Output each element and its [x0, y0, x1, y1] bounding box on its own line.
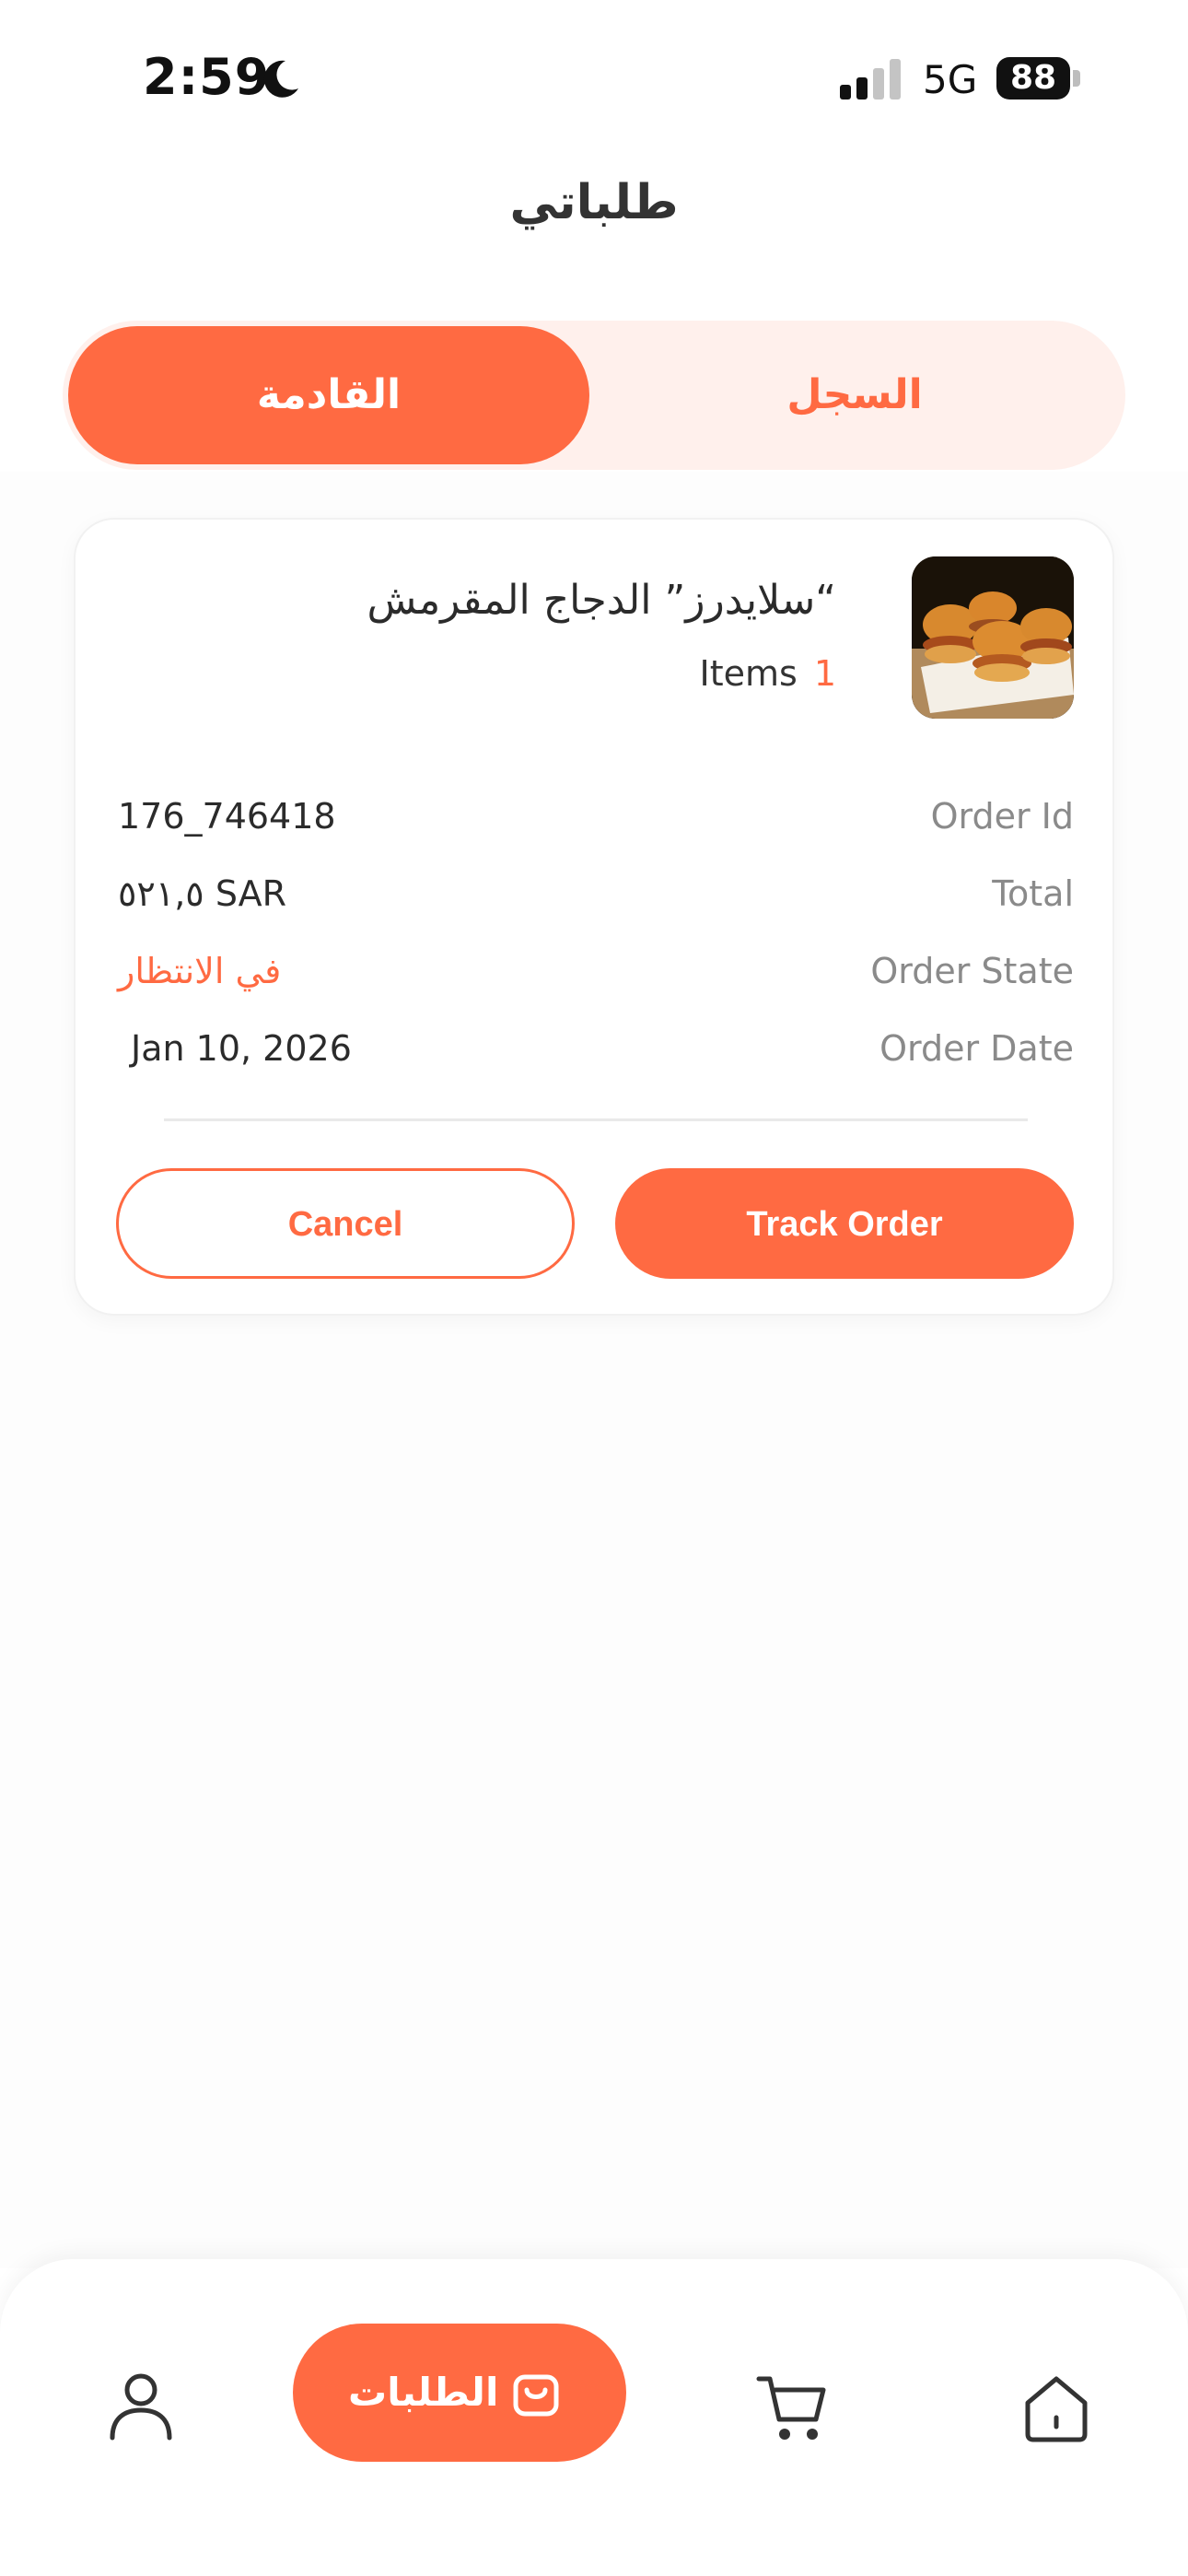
status-bar: 2:59 5G 88: [0, 0, 1188, 157]
item-name: “سلايدرز” الدجاج المقرمش: [367, 577, 836, 624]
page-title: طلباتي: [509, 175, 679, 230]
items-label: Items: [699, 653, 798, 694]
moon-icon: [263, 60, 298, 98]
order-id-label: Order Id: [930, 796, 1074, 837]
profile-icon[interactable]: [103, 2368, 179, 2443]
nav-orders-label: الطلبات: [348, 2370, 499, 2415]
order-date-label: Order Date: [879, 1028, 1074, 1069]
order-id-row: Order Id 176_746418: [118, 796, 1074, 851]
order-tabs: القادمة السجل: [63, 321, 1125, 470]
tab-history[interactable]: السجل: [589, 326, 1120, 464]
order-state-value: في الانتظار: [118, 951, 282, 991]
order-date-row: Order Date Jan 10, 2026: [118, 1028, 1074, 1083]
signal-icon: [840, 59, 901, 100]
shopping-bag-icon: [513, 2374, 559, 2417]
total-value: ٥٢١,٥ SAR: [118, 873, 287, 914]
order-id-value: 176_746418: [118, 796, 336, 837]
order-date-value: Jan 10, 2026: [131, 1028, 352, 1069]
total-row: Total ٥٢١,٥ SAR: [118, 873, 1074, 929]
home-icon[interactable]: [1019, 2371, 1094, 2447]
network-label: 5G: [923, 57, 978, 102]
total-label: Total: [992, 873, 1074, 914]
item-image: [912, 556, 1074, 719]
order-card: “سلايدرز” الدجاج المقرمش Items 1 Order Id…: [74, 518, 1114, 1316]
item-count: Items 1: [700, 653, 837, 694]
items-count: 1: [813, 653, 836, 694]
battery-tip: [1073, 70, 1080, 87]
track-order-button[interactable]: Track Order: [615, 1168, 1074, 1279]
battery-icon: 88: [996, 57, 1070, 100]
divider: [164, 1118, 1028, 1121]
status-time: 2:59: [143, 48, 271, 106]
sliders-food-image: [912, 556, 1074, 719]
cancel-button[interactable]: Cancel: [116, 1168, 575, 1279]
order-state-row: Order State في الانتظار: [118, 951, 1074, 1006]
nav-orders-button[interactable]: الطلبات: [293, 2324, 626, 2462]
cart-icon[interactable]: [755, 2370, 831, 2445]
tab-upcoming[interactable]: القادمة: [68, 326, 589, 464]
bottom-nav: الطلبات: [0, 2259, 1188, 2576]
order-state-label: Order State: [870, 951, 1074, 991]
